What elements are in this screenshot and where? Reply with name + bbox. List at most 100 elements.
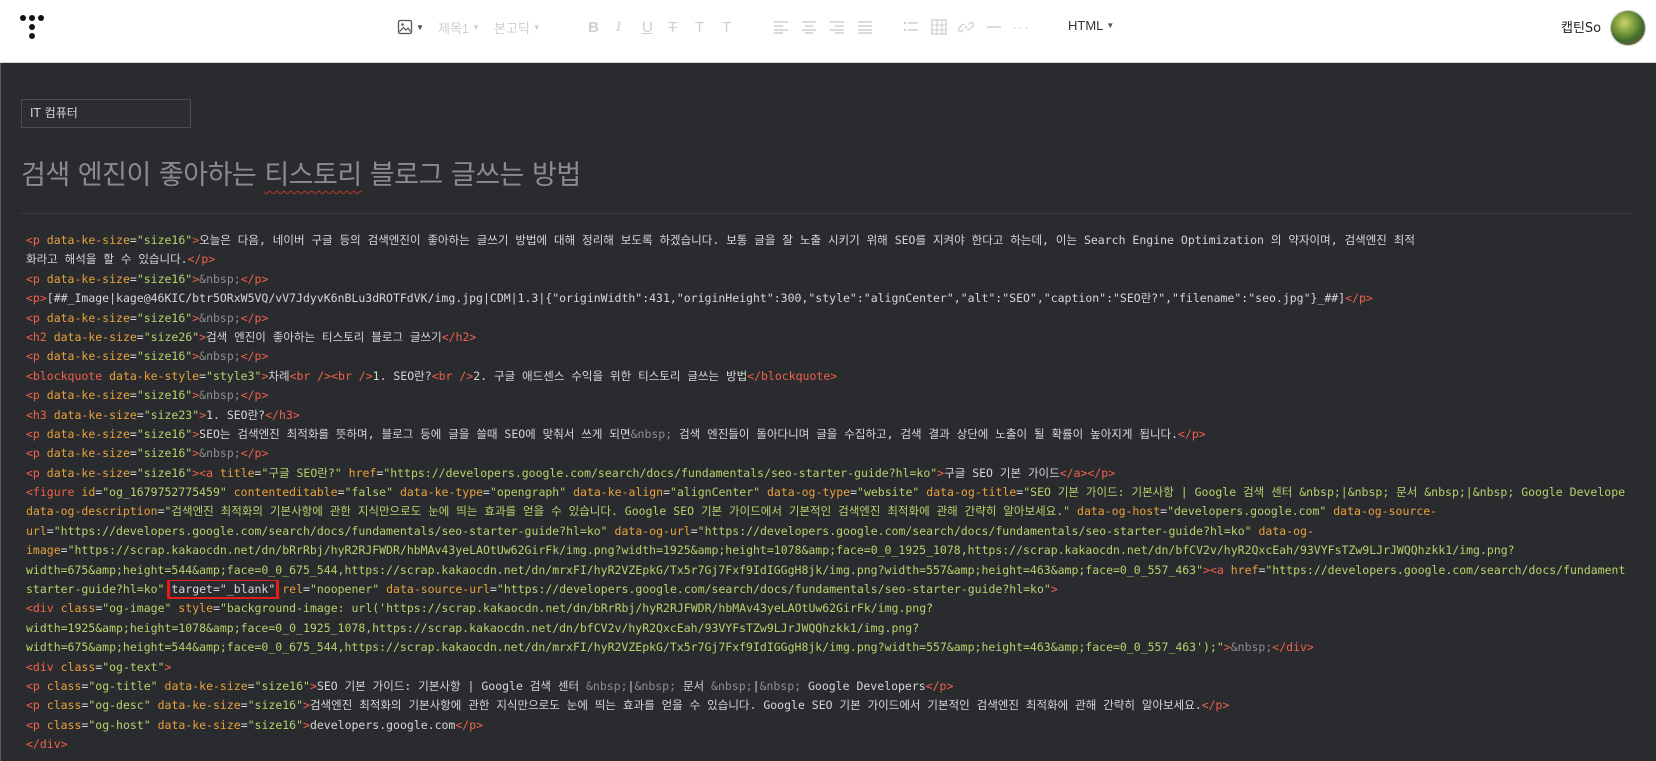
code-token: </p> — [1201, 698, 1230, 713]
more-button[interactable]: ··· — [1012, 17, 1030, 37]
code-token: "noopener" — [309, 582, 380, 597]
title-text: 검색 엔진이 좋아하는 — [21, 160, 265, 191]
code-token: SEO는 검색엔진 최적화를 뜻하며, 블로그 등에 글을 쓸때 SEO에 맞춰… — [199, 426, 631, 441]
category-select[interactable]: IT 컴퓨터 — [21, 99, 191, 128]
text-color-icon: T — [695, 18, 705, 36]
code-token: = — [129, 388, 137, 403]
code-line: <p class="og-desc" data-ke-size="size16"… — [26, 696, 1626, 715]
code-line: <p>[##_Image|kage@46KIC/btr5ORxW5VQ/vV7J… — [26, 289, 1626, 308]
align-center-button[interactable] — [801, 17, 817, 37]
align-justify-button[interactable] — [857, 17, 873, 37]
code-token: data-og-host — [1077, 504, 1161, 519]
code-token: &nbsp; — [759, 678, 802, 693]
code-token: data-source-url — [386, 582, 490, 597]
code-token: = — [303, 582, 310, 597]
align-left-button[interactable] — [773, 17, 789, 37]
code-token: = — [129, 349, 137, 364]
code-token: </p> — [240, 271, 269, 286]
align-right-button[interactable] — [829, 17, 845, 37]
align-center-icon — [802, 21, 816, 34]
code-token: "size16" — [136, 388, 193, 403]
code-token: &nbsp; — [199, 271, 241, 286]
code-token: style — [178, 601, 213, 616]
code-token: "size16" — [247, 698, 304, 713]
paragraph-format-select[interactable]: 제목1 ▼ — [438, 17, 480, 37]
code-token: = — [129, 310, 137, 325]
horizontal-rule-icon — [987, 26, 1001, 28]
post-title-input[interactable]: 검색 엔진이 좋아하는 티스토리 블로그 글쓰는 방법 — [21, 153, 581, 192]
code-token: data-ke-size — [46, 426, 130, 441]
link-button[interactable] — [958, 17, 974, 37]
italic-button[interactable]: I — [616, 17, 621, 37]
insert-image-button[interactable]: ▼ — [397, 17, 424, 37]
code-token: </div> — [1272, 640, 1314, 655]
user-name[interactable]: 캡틴So — [1561, 17, 1601, 36]
horizontal-rule-button[interactable] — [986, 17, 1002, 37]
code-token: 오늘은 다음, 네이버 구글 등의 검색엔진이 좋아하는 글쓰기 방법에 대해 … — [199, 233, 1415, 247]
code-token: "og-title" — [88, 678, 158, 693]
code-token: > — [303, 698, 310, 713]
code-token: = — [690, 523, 698, 538]
code-token: class — [60, 601, 96, 616]
strikethrough-button[interactable]: T — [668, 17, 677, 37]
code-token: <p — [26, 388, 47, 403]
code-token: <br /> — [431, 368, 474, 383]
code-token: "size16" — [136, 233, 193, 247]
underline-button[interactable]: U — [642, 17, 653, 37]
code-line: width=1925&amp;height=1078&amp;face=0_0_… — [26, 619, 1626, 638]
code-token: &nbsp; — [630, 426, 673, 441]
list-button[interactable] — [903, 17, 919, 37]
code-token: url — [26, 523, 47, 538]
code-token: = — [199, 368, 207, 383]
code-token: "size16" — [247, 717, 304, 732]
code-token: &nbsp; — [1230, 640, 1273, 655]
code-token: "alignCenter" — [670, 485, 761, 500]
code-line: </div> — [26, 735, 1626, 754]
highlight-button[interactable]: T — [722, 17, 731, 37]
code-token: "background-image: url('https://scrap.ka… — [219, 601, 934, 616]
editor-mode-select[interactable]: HTML ▼ — [1068, 18, 1114, 33]
italic-icon: I — [616, 18, 621, 35]
html-code-editor[interactable]: <p data-ke-size="size16">오늘은 다음, 네이버 구글 … — [26, 231, 1626, 755]
code-token: "size16" — [136, 426, 193, 441]
code-token: class — [46, 698, 82, 713]
code-token: = — [60, 543, 68, 558]
bold-button[interactable]: B — [588, 17, 599, 37]
avatar[interactable] — [1610, 10, 1646, 46]
code-token: </blockquote> — [747, 368, 838, 383]
code-token: <h2 — [26, 329, 54, 344]
code-token: image — [26, 543, 61, 558]
underline-icon: U — [642, 18, 653, 36]
chevron-down-icon: ▼ — [1106, 21, 1115, 30]
code-token: <p — [26, 446, 47, 461]
code-token: "opengraph" — [489, 485, 567, 500]
tistory-logo-icon[interactable] — [19, 14, 45, 40]
code-token: = — [663, 485, 671, 500]
font-family-select[interactable]: 본고딕 ▼ — [494, 17, 541, 37]
code-token: <div — [26, 659, 61, 674]
code-token: "https://developers.google.com/search/do… — [697, 523, 1252, 538]
code-token: <p — [26, 698, 47, 713]
code-token: <figure — [26, 485, 82, 500]
code-line: <p data-ke-size="size16">&nbsp;</p> — [26, 309, 1626, 328]
code-token: data-og- — [1258, 523, 1314, 538]
table-button[interactable] — [931, 17, 947, 37]
code-token: "style3" — [206, 368, 262, 383]
code-token: class — [60, 659, 96, 674]
code-token: 검색 엔진들이 돌아다니며 글을 수집하고, 검색 결과 상단에 노출이 될 확… — [672, 426, 1179, 441]
code-token: data-ke-align — [573, 485, 664, 500]
code-token: "website" — [857, 485, 920, 500]
code-token: rel — [282, 582, 303, 597]
text-color-button[interactable]: T — [695, 17, 704, 37]
code-token: data-ke-size — [53, 407, 137, 422]
code-token: data-ke-size — [46, 233, 130, 247]
code-line: <h2 data-ke-size="size26">검색 엔진이 좋아하는 티스… — [26, 328, 1626, 347]
code-token: 구글 SEO 기본 가이드 — [944, 465, 1060, 480]
code-token: data-ke-style — [109, 368, 200, 383]
code-token: | — [752, 678, 760, 693]
code-token: "og-image" — [102, 601, 172, 616]
code-token: <h3 — [26, 407, 54, 422]
